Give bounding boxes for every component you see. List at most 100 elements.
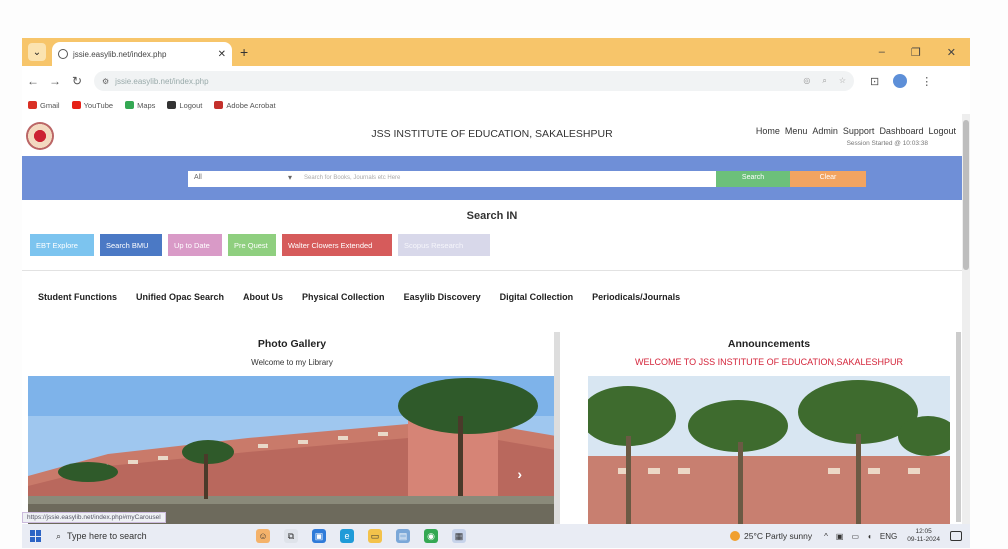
notification-icon[interactable] <box>950 531 962 541</box>
divider <box>22 270 962 271</box>
top-link-admin[interactable]: Admin <box>812 126 838 136</box>
taskbar-search-box[interactable]: ⌕ Type here to search <box>56 527 206 545</box>
back-icon[interactable]: ← <box>22 74 44 88</box>
nav-item-physical-collection[interactable]: Physical Collection <box>302 292 385 302</box>
zoom-icon[interactable]: ⌕ <box>822 76 826 86</box>
mascot-icon[interactable]: ☺ <box>256 529 270 543</box>
windows-start-icon[interactable] <box>30 530 42 542</box>
edge-icon[interactable]: e <box>340 529 354 543</box>
college-building-photo <box>28 376 556 524</box>
search-in-heading: Search IN <box>466 210 518 222</box>
profile-avatar[interactable] <box>893 74 908 88</box>
web-page: JSS INSTITUTE OF EDUCATION, SAKALESHPUR … <box>22 114 962 524</box>
bookmark-icon <box>71 101 81 109</box>
bookmark-item[interactable]: YouTube <box>71 100 114 110</box>
maximize-icon[interactable]: ❐ <box>911 46 921 59</box>
url-text: jssie.easylib.net/index.php <box>115 76 209 86</box>
announcements-title: Announcements <box>727 338 811 350</box>
source-button-pre-quest[interactable]: Pre Quest <box>228 234 276 256</box>
nav-item-about-us[interactable]: About Us <box>243 292 283 302</box>
top-link-logout[interactable]: Logout <box>928 126 956 136</box>
site-info-icon[interactable]: ⚙ <box>102 77 109 86</box>
bookmarks-bar: Gmail YouTube Maps Logout Adobe Acrobat <box>22 96 970 114</box>
store-icon[interactable]: ▣ <box>312 529 326 543</box>
windows-taskbar: ⌕ Type here to search ☺ ⧉ ▣ e ▭ ▤ ◉ ▦ 25… <box>22 524 970 548</box>
bookmark-icon <box>28 101 37 109</box>
photos-icon[interactable]: ▦ <box>452 529 466 543</box>
status-url-tooltip: https://jssie.easylib.net/index.php#myCa… <box>22 512 166 523</box>
browser-tab-bar: ⌄ jssie.easylib.net/index.php ✕ + – ❐ ✕ <box>22 38 970 66</box>
bookmark-star-icon[interactable]: ☆ <box>839 76 846 86</box>
clear-button[interactable]: Clear <box>790 171 866 187</box>
source-button-walter-clowers[interactable]: Walter Clowers Extended <box>282 234 392 256</box>
url-field[interactable]: ⚙ jssie.easylib.net/index.php ◎ ⌕ ☆ <box>94 71 854 91</box>
search-type-select[interactable]: All ▾ <box>188 171 298 187</box>
top-link-dashboard[interactable]: Dashboard <box>879 126 923 136</box>
search-button[interactable]: Search <box>716 171 790 187</box>
chrome-icon[interactable]: ◉ <box>424 529 438 543</box>
top-links: Home Menu Admin Support Dashboard Logout <box>756 126 956 136</box>
minimize-icon[interactable]: – <box>879 46 885 59</box>
bookmark-label: Gmail <box>40 100 60 110</box>
source-button-up-to-date[interactable]: Up to Date <box>168 234 222 256</box>
nav-item-periodicals-journals[interactable]: Periodicals/Journals <box>592 292 680 302</box>
bookmark-icon <box>125 101 135 109</box>
right-panel-scrollbar[interactable] <box>956 332 961 522</box>
gallery-title: Photo Gallery <box>257 338 327 350</box>
translate-icon[interactable]: ◎ <box>803 76 810 86</box>
bookmark-item[interactable]: Maps <box>125 101 155 110</box>
nav-item-digital-collection[interactable]: Digital Collection <box>500 292 574 302</box>
forward-icon[interactable]: → <box>44 74 66 88</box>
top-link-menu[interactable]: Menu <box>785 126 808 136</box>
bookmark-label: Maps <box>137 100 156 110</box>
extensions-icon[interactable]: ⊡ <box>870 75 879 88</box>
search-icon: ⌕ <box>56 530 62 541</box>
page-scrollbar[interactable] <box>962 114 970 524</box>
tab-search-button[interactable]: ⌄ <box>28 43 46 61</box>
bookmark-label: YouTube <box>83 100 114 110</box>
nav-item-student-functions[interactable]: Student Functions <box>38 292 117 302</box>
browser-menu-icon[interactable]: ⋮ <box>921 75 932 88</box>
bookmark-item[interactable]: Logout <box>167 101 202 110</box>
source-button-ebt-explore[interactable]: EBT Explore <box>30 234 94 256</box>
gallery-carousel-image[interactable]: › <box>28 376 556 524</box>
nav-item-easylib-discovery[interactable]: Easylib Discovery <box>404 292 481 302</box>
announcement-image <box>588 376 950 524</box>
carousel-next-icon[interactable]: › <box>517 466 522 482</box>
search-band: All ▾ Search for Books, Journals etc Her… <box>22 156 962 200</box>
display-icon[interactable]: ▭ <box>851 532 859 541</box>
new-tab-button[interactable]: + <box>240 44 248 60</box>
top-link-home[interactable]: Home <box>756 126 780 136</box>
close-window-icon[interactable]: ✕ <box>947 46 956 59</box>
extensions-area: ⊡ ⋮ <box>870 74 932 88</box>
search-input[interactable]: Search for Books, Journals etc Here <box>298 171 716 187</box>
source-button-search-bmu[interactable]: Search BMU <box>100 234 162 256</box>
source-button-scopus[interactable]: Scopus Research <box>398 234 490 256</box>
bookmark-icon <box>167 101 177 109</box>
browser-tab[interactable]: jssie.easylib.net/index.php ✕ <box>52 42 232 66</box>
panel-scrollbar[interactable] <box>554 332 560 524</box>
scrollbar-thumb[interactable] <box>963 120 969 270</box>
search-type-value: All <box>194 174 202 181</box>
bookmark-item[interactable]: Gmail <box>28 101 60 110</box>
weather-sun-icon <box>730 531 741 541</box>
task-view-icon[interactable]: ⧉ <box>284 529 298 543</box>
app-icon[interactable]: ▤ <box>396 529 410 543</box>
network-icon[interactable]: ▣ <box>836 532 844 541</box>
photo-gallery-panel: Photo Gallery Welcome to my Library › <box>28 330 556 524</box>
taskbar-search-placeholder: Type here to search <box>67 531 147 541</box>
reload-icon[interactable]: ↻ <box>66 74 88 88</box>
bookmark-item[interactable]: Adobe Acrobat <box>214 101 276 110</box>
tab-close-icon[interactable]: ✕ <box>218 49 226 60</box>
language-indicator[interactable]: ENG <box>880 532 897 541</box>
main-nav: Student Functions Unified Opac Search Abou… <box>38 292 680 302</box>
top-link-support[interactable]: Support <box>843 126 875 136</box>
volume-icon[interactable]: ◖ <box>867 532 872 541</box>
announcements-panel: Announcements WELCOME TO JSS INSTITUTE O… <box>582 330 956 524</box>
nav-item-unified-opac-search[interactable]: Unified Opac Search <box>136 292 224 302</box>
tray-chevron-icon[interactable]: ^ <box>824 532 828 541</box>
taskbar-clock[interactable]: 12:05 09-11-2024 <box>907 528 940 544</box>
weather-widget[interactable]: 25°C Partly sunny <box>730 531 812 541</box>
file-explorer-icon[interactable]: ▭ <box>368 529 382 543</box>
chevron-down-icon: ▾ <box>287 173 292 182</box>
